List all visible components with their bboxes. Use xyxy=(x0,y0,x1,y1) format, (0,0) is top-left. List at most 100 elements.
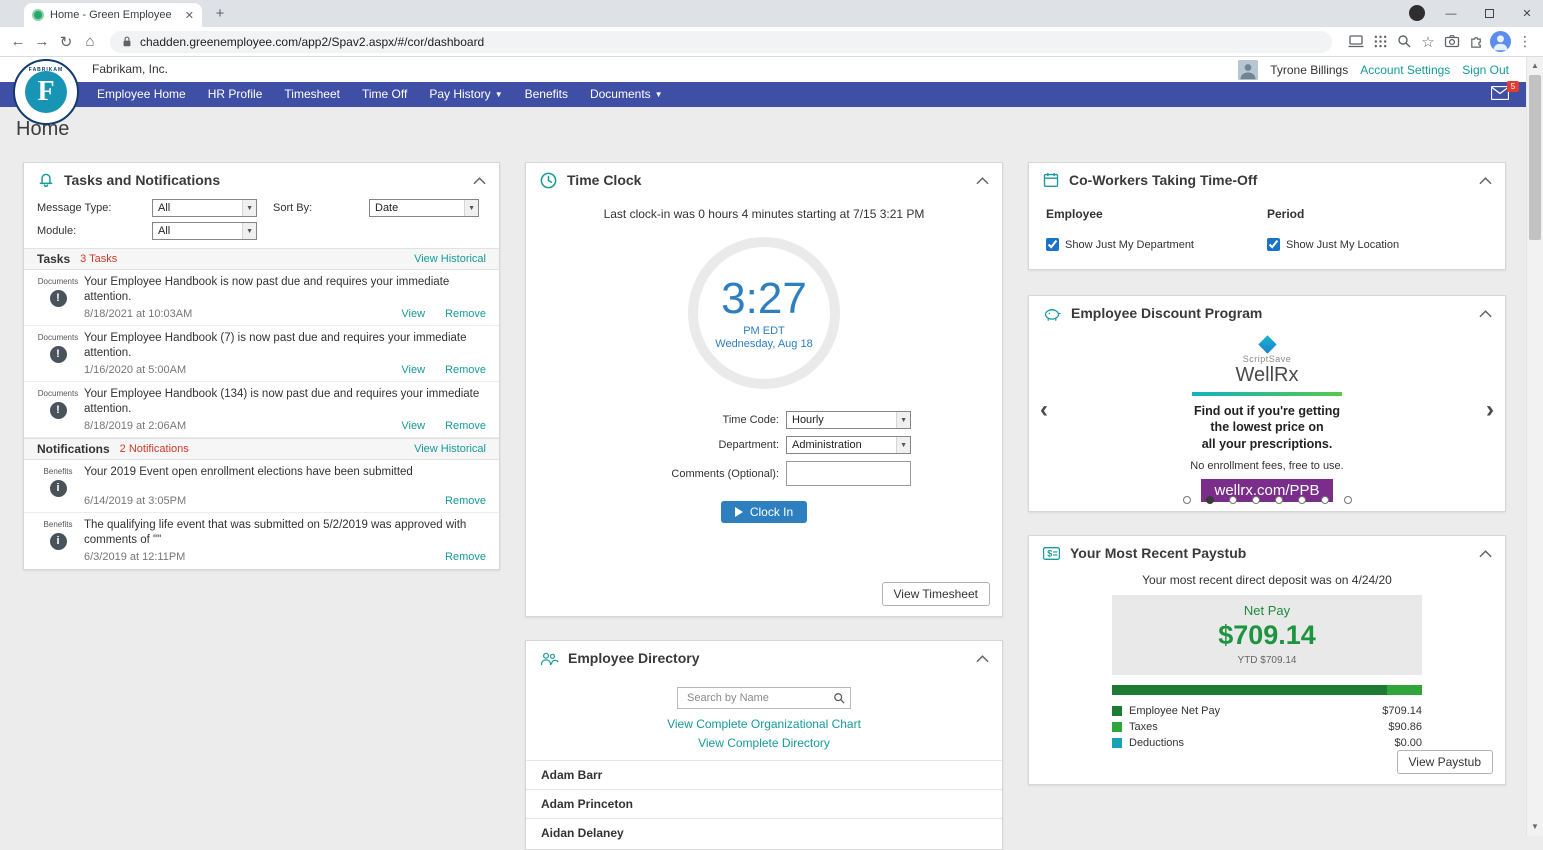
new-tab-button[interactable]: + xyxy=(212,6,228,22)
nav-documents[interactable]: Documents▼ xyxy=(579,82,674,107)
extensions-puzzle-icon[interactable] xyxy=(1464,33,1488,51)
scroll-up-icon[interactable]: ▲ xyxy=(1527,58,1543,74)
carousel-dot[interactable] xyxy=(1275,496,1283,504)
department-select[interactable]: Administration▼ xyxy=(786,436,911,454)
carousel-dot[interactable] xyxy=(1252,496,1260,504)
view-paystub-button[interactable]: View Paystub xyxy=(1397,750,1494,774)
notification-date: 6/3/2019 at 12:11PM xyxy=(84,551,185,563)
apps-grid-icon[interactable] xyxy=(1368,33,1392,51)
camera-icon[interactable] xyxy=(1440,33,1464,51)
carousel-prev-icon[interactable]: ‹ xyxy=(1040,398,1048,422)
window-maximize-button[interactable] xyxy=(1473,0,1505,27)
browser-profile-avatar[interactable] xyxy=(1490,31,1511,52)
page-scrollbar[interactable]: ▲ ▼ xyxy=(1526,57,1543,836)
department-checkbox-input[interactable] xyxy=(1046,238,1059,251)
carousel-dot[interactable] xyxy=(1344,496,1352,504)
department-filter-checkbox[interactable]: Show Just My Department xyxy=(1046,238,1267,251)
carousel-dot[interactable] xyxy=(1298,496,1306,504)
org-chart-link[interactable]: View Complete Organizational Chart xyxy=(526,715,1002,734)
time-code-select[interactable]: Hourly▼ xyxy=(786,411,911,429)
comments-input[interactable] xyxy=(786,461,911,486)
employee-column-header: Employee xyxy=(1046,207,1267,221)
carousel-dot[interactable] xyxy=(1229,496,1237,504)
directory-row[interactable]: Adam Princeton xyxy=(526,789,1002,818)
directory-row[interactable]: Aidan Delaney xyxy=(526,818,1002,847)
browser-tab[interactable]: Home - Green Employee ✕ xyxy=(24,3,202,27)
sign-out-link[interactable]: Sign Out xyxy=(1462,63,1509,77)
card-title: Employee Directory xyxy=(568,650,700,666)
paystub-legend: Employee Net Pay $709.14 Taxes $90.86 De… xyxy=(1112,705,1422,749)
carousel-dot[interactable] xyxy=(1206,496,1214,504)
search-icon[interactable] xyxy=(1392,33,1416,51)
tasks-count: 3 Tasks xyxy=(80,253,117,265)
browser-profile-badge[interactable] xyxy=(1409,5,1425,21)
task-remove-link[interactable]: Remove xyxy=(445,364,486,376)
tab-close-icon[interactable]: ✕ xyxy=(185,9,194,22)
company-name: Fabrikam, Inc. xyxy=(92,57,168,82)
nav-employee-home[interactable]: Employee Home xyxy=(86,82,197,107)
card-title: Your Most Recent Paystub xyxy=(1070,545,1246,561)
view-historical-notifications-link[interactable]: View Historical xyxy=(414,443,486,455)
scrollbar-thumb[interactable] xyxy=(1529,75,1541,240)
nav-benefits[interactable]: Benefits xyxy=(514,82,579,107)
browser-tab-strip: Home - Green Employee ✕ + — ✕ xyxy=(0,0,1543,27)
notification-remove-link[interactable]: Remove xyxy=(445,495,486,507)
task-remove-link[interactable]: Remove xyxy=(445,308,486,320)
address-bar[interactable]: chadden.greenemployee.com/app2/Spav2.asp… xyxy=(110,31,1332,53)
paystub-stacked-bar xyxy=(1112,685,1422,695)
directory-search-input[interactable] xyxy=(685,691,833,705)
window-close-button[interactable]: ✕ xyxy=(1511,0,1543,27)
collapse-chevron-icon[interactable] xyxy=(976,176,989,185)
devices-icon[interactable] xyxy=(1344,33,1368,51)
notification-remove-link[interactable]: Remove xyxy=(445,551,486,563)
carousel-next-icon[interactable]: › xyxy=(1486,398,1494,422)
home-icon[interactable]: ⌂ xyxy=(78,33,102,50)
collapse-chevron-icon[interactable] xyxy=(1479,176,1492,185)
bookmark-star-icon[interactable]: ☆ xyxy=(1416,33,1440,51)
reload-icon[interactable]: ↻ xyxy=(54,33,78,51)
notifications-section-header: Notifications 2 Notifications View Histo… xyxy=(24,438,499,460)
search-icon[interactable] xyxy=(833,692,845,704)
task-view-link[interactable]: View xyxy=(401,308,425,320)
directory-row[interactable]: Adam Barr xyxy=(526,760,1002,789)
directory-search-box[interactable] xyxy=(677,687,851,709)
fabrikam-logo-letter: F xyxy=(25,71,67,113)
collapse-chevron-icon[interactable] xyxy=(1479,309,1492,318)
forward-icon[interactable]: → xyxy=(30,33,54,50)
nav-pay-history[interactable]: Pay History▼ xyxy=(418,82,513,107)
collapse-chevron-icon[interactable] xyxy=(473,176,486,185)
carousel-dot[interactable] xyxy=(1321,496,1329,504)
collapse-chevron-icon[interactable] xyxy=(1479,549,1492,558)
collapse-chevron-icon[interactable] xyxy=(976,654,989,663)
module-label: Module: xyxy=(37,225,152,237)
message-type-select[interactable]: All▼ xyxy=(152,199,257,217)
task-view-link[interactable]: View xyxy=(401,420,425,432)
messages-mail-icon[interactable]: 5 xyxy=(1491,86,1511,102)
user-avatar[interactable] xyxy=(1238,60,1258,80)
back-icon[interactable]: ← xyxy=(6,33,30,50)
complete-directory-link[interactable]: View Complete Directory xyxy=(526,734,1002,753)
account-settings-link[interactable]: Account Settings xyxy=(1360,63,1450,77)
window-minimize-button[interactable]: — xyxy=(1435,0,1467,27)
task-row: Documents! Your Employee Handbook (134) … xyxy=(24,382,499,438)
view-historical-tasks-link[interactable]: View Historical xyxy=(414,253,486,265)
location-checkbox-input[interactable] xyxy=(1267,238,1280,251)
sort-by-select[interactable]: Date▼ xyxy=(369,199,479,217)
nav-hr-profile[interactable]: HR Profile xyxy=(197,82,274,107)
task-row: Documents! Your Employee Handbook (7) is… xyxy=(24,326,499,382)
scroll-down-icon[interactable]: ▼ xyxy=(1527,819,1543,835)
nav-time-off[interactable]: Time Off xyxy=(351,82,418,107)
view-timesheet-button[interactable]: View Timesheet xyxy=(882,582,991,606)
carousel-slide[interactable]: ScriptSave WellRx Find out if you're get… xyxy=(1029,330,1505,502)
current-date: Wednesday, Aug 18 xyxy=(715,338,812,350)
carousel-dot[interactable] xyxy=(1183,496,1191,504)
chevron-down-icon: ▼ xyxy=(896,412,910,428)
nav-timesheet[interactable]: Timesheet xyxy=(273,82,351,107)
task-view-link[interactable]: View xyxy=(401,364,425,376)
location-filter-checkbox[interactable]: Show Just My Location xyxy=(1267,238,1488,251)
browser-menu-icon[interactable]: ⋮ xyxy=(1513,33,1537,50)
module-select[interactable]: All▼ xyxy=(152,222,257,240)
play-icon xyxy=(735,507,743,517)
task-remove-link[interactable]: Remove xyxy=(445,420,486,432)
clock-in-button[interactable]: Clock In xyxy=(721,501,807,523)
